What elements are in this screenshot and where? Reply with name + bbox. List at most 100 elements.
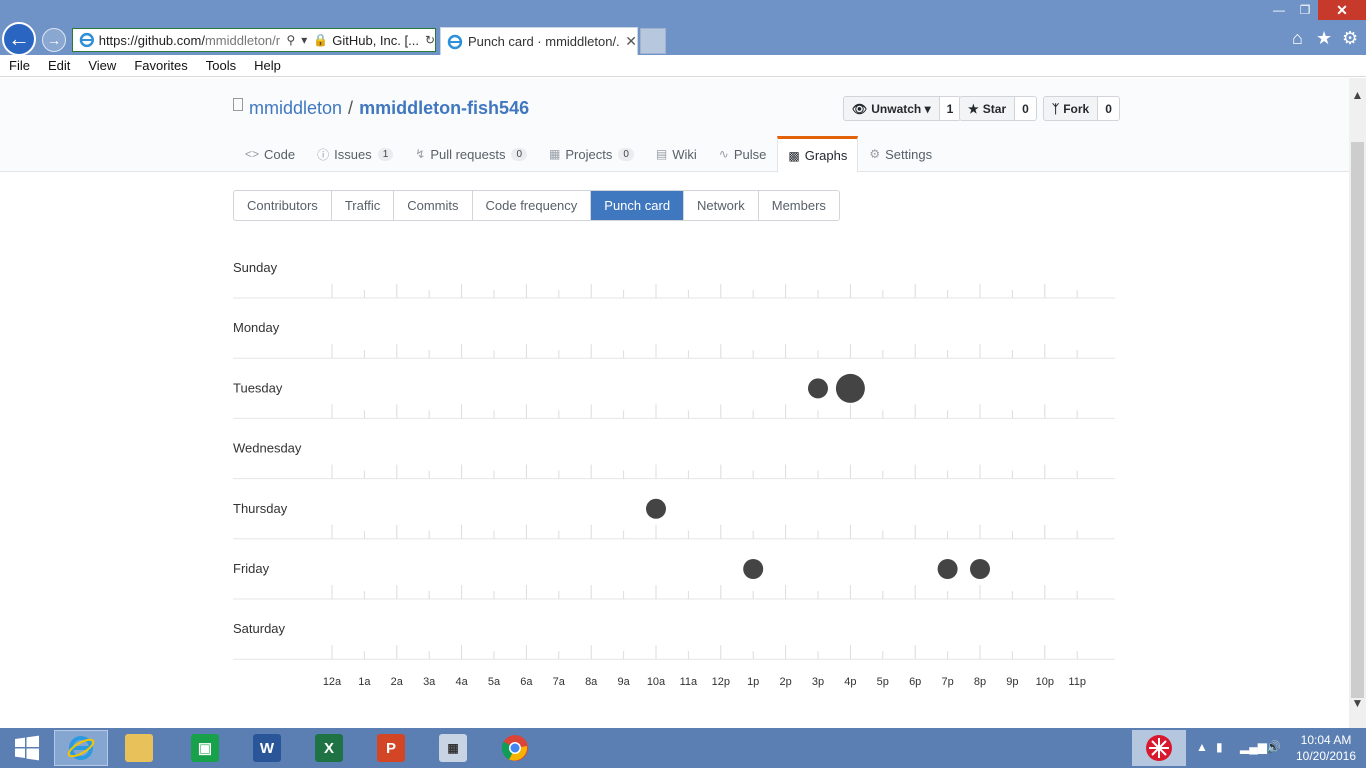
- scroll-up-arrow[interactable]: ▲: [1349, 88, 1366, 102]
- windows-logo-icon: [15, 735, 39, 761]
- back-button[interactable]: ←: [2, 22, 36, 56]
- refresh-icon[interactable]: ↻: [425, 33, 435, 47]
- graph-tab-commits[interactable]: Commits: [394, 191, 473, 220]
- tab-settings[interactable]: ⚙ Settings: [858, 136, 943, 172]
- arrow-left-icon: ←: [8, 26, 30, 51]
- volume-icon[interactable]: 🔊: [1266, 740, 1281, 754]
- dropdown-icon[interactable]: ▾: [301, 33, 307, 47]
- tab-counter: 0: [618, 147, 634, 161]
- close-window-button[interactable]: ✕: [1318, 0, 1366, 20]
- star-button[interactable]: ★ Star: [959, 96, 1016, 121]
- tab-issues[interactable]: ⓘ Issues 1: [306, 136, 404, 172]
- address-bar[interactable]: https://github.com/mmiddleton/r ⚲ ▾ 🔒 Gi…: [72, 28, 436, 52]
- hour-label: 6p: [909, 676, 921, 688]
- forks-count[interactable]: 0: [1098, 96, 1120, 121]
- graph-tab-punch-card[interactable]: Punch card: [591, 191, 685, 220]
- taskbar-internet-explorer[interactable]: [54, 730, 108, 766]
- new-tab-button[interactable]: [640, 28, 666, 54]
- network-signal-icon[interactable]: ▂▄▆: [1240, 740, 1267, 754]
- taskbar-store[interactable]: ▣: [178, 730, 232, 766]
- hour-label: 10a: [647, 676, 666, 688]
- punch-card-chart: Sunday Monday Tuesday Wednesday Thursday Frid…: [233, 260, 1115, 688]
- tab-label: Projects: [565, 146, 613, 162]
- menu-tools[interactable]: Tools: [197, 58, 245, 73]
- clock-date: 10/20/2016: [1295, 749, 1357, 763]
- hour-label: 5a: [488, 676, 501, 688]
- scroll-down-arrow[interactable]: ▼: [1349, 696, 1366, 710]
- graph-tab-members[interactable]: Members: [759, 191, 839, 220]
- graph-tab-traffic[interactable]: Traffic: [332, 191, 395, 220]
- tab-graphs[interactable]: ▩ Graphs: [777, 136, 859, 173]
- fork-icon: ᛉ: [1052, 101, 1060, 116]
- browser-tab[interactable]: Punch card · mmiddleton/... ✕: [440, 27, 638, 55]
- close-tab-icon[interactable]: ✕: [625, 33, 637, 50]
- taskbar-calculator[interactable]: ▦: [426, 730, 480, 766]
- graph-tab-network[interactable]: Network: [684, 191, 759, 220]
- menu-favorites[interactable]: Favorites: [125, 58, 196, 73]
- stars-count[interactable]: 0: [1015, 96, 1037, 121]
- taskbar-file-explorer[interactable]: [112, 730, 166, 766]
- caret-down-icon: ▾: [924, 101, 931, 116]
- taskbar-powerpoint[interactable]: P: [364, 730, 418, 766]
- lock-icon[interactable]: 🔒: [313, 33, 328, 47]
- site-identity[interactable]: GitHub, Inc. [...: [332, 33, 419, 48]
- tab-counter: 0: [511, 147, 528, 161]
- show-hidden-icons-icon[interactable]: ▲: [1196, 740, 1208, 754]
- vertical-scrollbar[interactable]: ▲ ▼: [1349, 78, 1366, 728]
- repo-header: mmiddleton / mmiddleton-fish546 👁 Unwatch…: [0, 78, 1349, 173]
- restore-button[interactable]: ❐: [1292, 0, 1318, 20]
- commit-dot: [835, 373, 865, 403]
- clock-time: 10:04 AM: [1300, 733, 1352, 747]
- favorites-star-icon[interactable]: ★: [1316, 28, 1332, 49]
- tab-code[interactable]: <> Code: [234, 136, 306, 172]
- taskbar-excel[interactable]: X: [302, 730, 356, 766]
- graph-tab-contributors[interactable]: Contributors: [234, 191, 332, 220]
- tab-pulse[interactable]: ∿ Pulse: [708, 136, 778, 172]
- repo-owner-link[interactable]: mmiddleton: [249, 98, 342, 119]
- day-label: Thursday: [233, 501, 288, 516]
- fork-label: Fork: [1063, 101, 1090, 116]
- graphs-subnav: Contributors Traffic Commits Code frequency…: [233, 190, 840, 221]
- address-url[interactable]: https://github.com/mmiddleton/r: [99, 33, 281, 48]
- scroll-thumb[interactable]: [1351, 142, 1364, 698]
- tab-label: Pulse: [733, 146, 767, 162]
- taskbar-word[interactable]: W: [240, 730, 294, 766]
- home-icon[interactable]: ⌂: [1292, 28, 1303, 49]
- watch-control: 👁 Unwatch ▾ 1: [843, 96, 962, 121]
- menu-file[interactable]: File: [0, 58, 39, 73]
- menu-edit[interactable]: Edit: [39, 58, 79, 73]
- app-badge-icon: [1146, 735, 1172, 761]
- taskbar-chrome[interactable]: [488, 730, 542, 766]
- tab-projects[interactable]: ▦ Projects 0: [538, 136, 645, 172]
- search-icon[interactable]: ⚲: [286, 33, 295, 47]
- unwatch-button[interactable]: 👁 Unwatch ▾: [843, 96, 940, 121]
- taskbar-notification-app[interactable]: [1132, 730, 1186, 766]
- tab-wiki[interactable]: ▤ Wiki: [645, 136, 708, 172]
- repo-title: mmiddleton / mmiddleton-fish546: [233, 98, 529, 119]
- commit-dot: [743, 559, 764, 579]
- hour-label: 3p: [812, 676, 824, 688]
- forward-button[interactable]: →: [42, 28, 66, 52]
- hour-label: 1a: [358, 676, 371, 688]
- hour-label: 2p: [779, 676, 791, 688]
- menu-help[interactable]: Help: [245, 58, 290, 73]
- menu-view[interactable]: View: [79, 58, 125, 73]
- start-button[interactable]: [0, 730, 54, 766]
- repo-name-link[interactable]: mmiddleton-fish546: [359, 98, 529, 119]
- hour-label: 12a: [323, 676, 342, 688]
- hour-label: 12p: [712, 676, 730, 688]
- tab-label: Code: [264, 146, 296, 162]
- gear-icon[interactable]: ⚙: [1342, 28, 1358, 49]
- ie-tab-icon: [447, 34, 463, 49]
- tab-label: Graphs: [804, 148, 848, 163]
- menu-bar: File Edit View Favorites Tools Help: [0, 55, 1366, 77]
- battery-icon[interactable]: ▮: [1216, 740, 1223, 754]
- arrow-right-icon: →: [47, 32, 61, 48]
- fork-button[interactable]: ᛉ Fork: [1043, 96, 1099, 121]
- minimize-button[interactable]: —: [1266, 0, 1292, 20]
- system-clock[interactable]: 10:04 AM 10/20/2016: [1292, 732, 1360, 764]
- calculator-icon: ▦: [439, 734, 467, 762]
- hour-label: 2a: [391, 676, 404, 688]
- tab-pull-requests[interactable]: ↯ Pull requests 0: [404, 136, 538, 172]
- graph-tab-code-frequency[interactable]: Code frequency: [473, 191, 592, 220]
